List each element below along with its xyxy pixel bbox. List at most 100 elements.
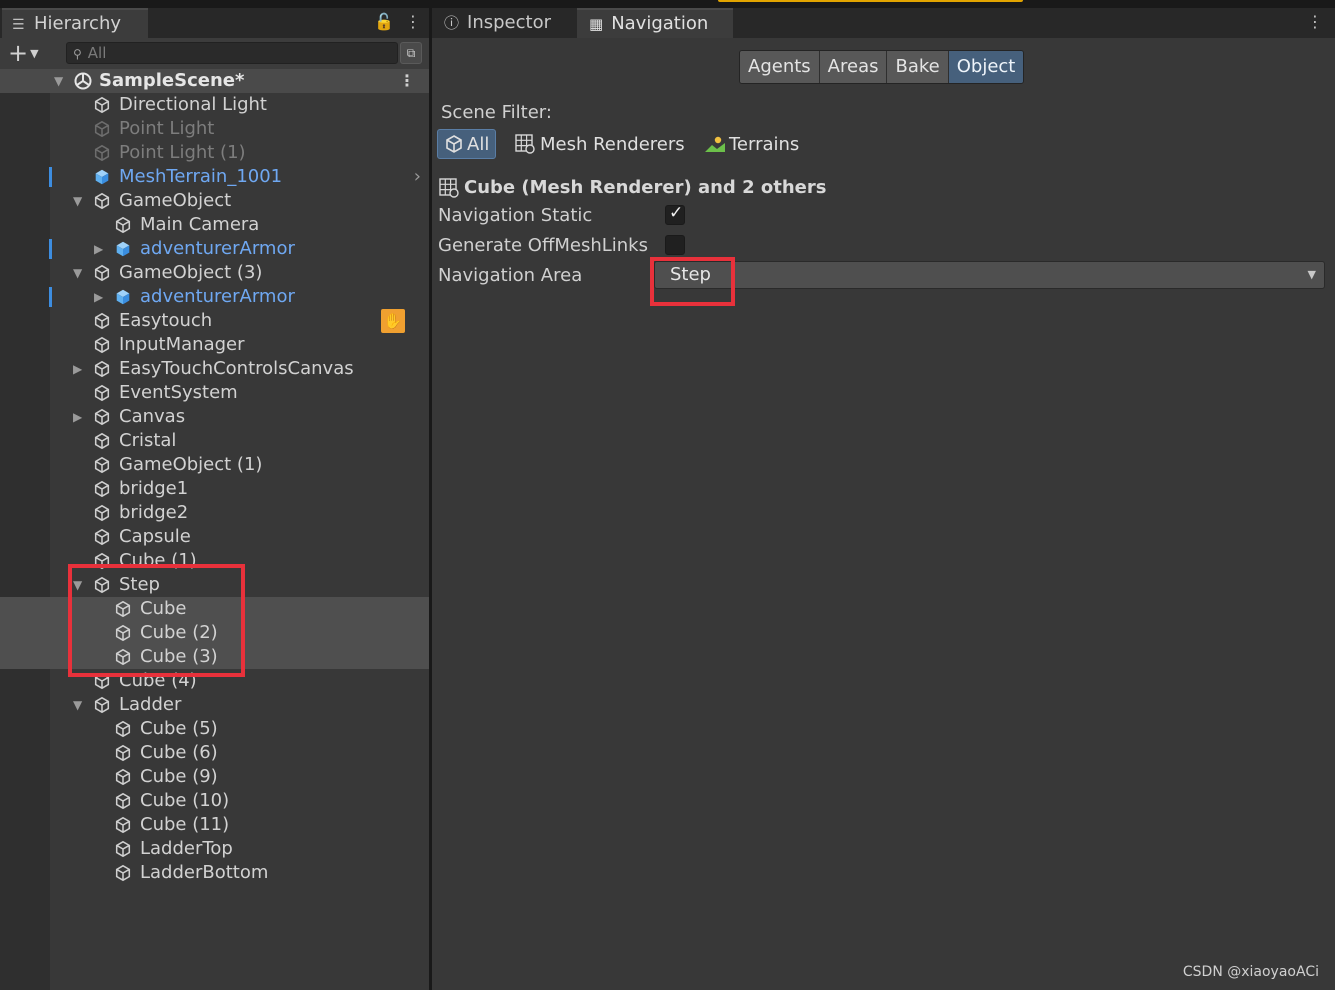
hierarchy-item[interactable]: Point Light: [0, 117, 429, 141]
hierarchy-item[interactable]: Directional Light: [0, 93, 429, 117]
expand-arrow-icon[interactable]: ▼: [73, 573, 87, 597]
hierarchy-item[interactable]: Point Light (1): [0, 141, 429, 165]
hierarchy-item[interactable]: GameObject (1): [0, 453, 429, 477]
hierarchy-item-label: Cube (1): [119, 550, 197, 571]
top-bar: [0, 0, 1335, 8]
hierarchy-item[interactable]: Cube: [0, 597, 429, 621]
hierarchy-item[interactable]: ▶ adventurerArmor: [0, 285, 429, 309]
search-by-type-button[interactable]: ⧉: [400, 42, 422, 64]
hierarchy-item[interactable]: MeshTerrain_1001 ›: [0, 165, 429, 189]
hierarchy-item[interactable]: Cube (9): [0, 765, 429, 789]
prefab-cube-icon: [93, 168, 111, 186]
hierarchy-item[interactable]: ▼ GameObject: [0, 189, 429, 213]
create-button[interactable]: + ▼: [8, 39, 39, 68]
generate-offmeshlinks-checkbox[interactable]: [665, 235, 685, 255]
tab-areas[interactable]: Areas: [819, 51, 888, 83]
hierarchy-item-label: Directional Light: [119, 94, 267, 115]
hierarchy-item-label: LadderBottom: [140, 862, 269, 883]
gameobject-cube-icon: [93, 456, 111, 474]
hierarchy-item[interactable]: Cube (4): [0, 669, 429, 693]
hierarchy-item-label: Cristal: [119, 430, 177, 451]
hierarchy-item[interactable]: InputManager: [0, 333, 429, 357]
hierarchy-item[interactable]: Cube (1): [0, 549, 429, 573]
expand-arrow-icon[interactable]: ▼: [54, 69, 68, 93]
scene-row[interactable]: ▼ SampleScene* ⋮: [0, 69, 429, 93]
chevron-down-icon: ▼: [30, 47, 39, 60]
gameobject-cube-icon: [114, 768, 132, 786]
tab-navigation[interactable]: ▦ Navigation: [577, 8, 733, 38]
hierarchy-item[interactable]: Cube (11): [0, 813, 429, 837]
hierarchy-item-label: Cube (4): [119, 670, 197, 691]
gameobject-cube-icon: [93, 552, 111, 570]
hierarchy-item-label: Point Light: [119, 118, 215, 139]
tab-object[interactable]: Object: [948, 51, 1024, 83]
tab-agents[interactable]: Agents: [740, 51, 820, 83]
right-tab-bar: ⓘ Inspector ▦ Navigation ⋮: [432, 8, 1335, 38]
gameobject-cube-icon: [93, 144, 111, 162]
navigation-area-dropdown[interactable]: Step ▼: [654, 261, 1325, 289]
hierarchy-item[interactable]: LadderTop: [0, 837, 429, 861]
tab-inspector[interactable]: ⓘ Inspector: [432, 8, 576, 38]
hierarchy-item-label: MeshTerrain_1001: [119, 166, 283, 187]
hierarchy-item[interactable]: ▼ GameObject (3): [0, 261, 429, 285]
hierarchy-item[interactable]: Cristal: [0, 429, 429, 453]
hierarchy-item[interactable]: EventSystem: [0, 381, 429, 405]
hierarchy-item[interactable]: ▶ EasyTouchControlsCanvas: [0, 357, 429, 381]
hierarchy-item[interactable]: ▼ Step: [0, 573, 429, 597]
collapsed-arrow-icon[interactable]: ▶: [73, 405, 87, 429]
checkmark-icon: ✓: [669, 203, 684, 223]
more-options-icon[interactable]: ⋮: [1307, 12, 1323, 31]
scene-more-icon[interactable]: ⋮: [399, 69, 415, 93]
hierarchy-item[interactable]: Cube (6): [0, 741, 429, 765]
hierarchy-item[interactable]: ▶ Canvas: [0, 405, 429, 429]
inspector-tab-label: Inspector: [467, 12, 551, 33]
lock-icon[interactable]: 🔓: [374, 12, 394, 31]
expand-arrow-icon[interactable]: ▼: [73, 261, 87, 285]
collapsed-arrow-icon[interactable]: ▶: [73, 357, 87, 381]
add-label: +: [8, 39, 29, 67]
hierarchy-item[interactable]: Main Camera: [0, 213, 429, 237]
collapsed-arrow-icon[interactable]: ▶: [94, 237, 108, 261]
terrain-icon: [705, 136, 725, 152]
gameobject-cube-icon: [114, 720, 132, 738]
expand-arrow-icon[interactable]: ▼: [73, 693, 87, 717]
hierarchy-item[interactable]: ▶ adventurerArmor: [0, 237, 429, 261]
hierarchy-item[interactable]: Cube (10): [0, 789, 429, 813]
hierarchy-item[interactable]: LadderBottom: [0, 861, 429, 885]
collapsed-arrow-icon[interactable]: ▶: [94, 285, 108, 309]
hierarchy-item-label: bridge1: [119, 478, 189, 499]
hierarchy-item[interactable]: Easytouch ✋: [0, 309, 429, 333]
gameobject-cube-icon: [114, 624, 132, 642]
hierarchy-item[interactable]: bridge1: [0, 477, 429, 501]
mesh-renderer-icon: [515, 134, 535, 154]
gameobject-cube-icon: [93, 504, 111, 522]
gameobject-cube-icon: [114, 840, 132, 858]
hierarchy-item-label: Cube (11): [140, 814, 230, 835]
tab-bake[interactable]: Bake: [887, 51, 949, 83]
hierarchy-item[interactable]: ▼ Ladder: [0, 693, 429, 717]
hierarchy-panel: ☰ Hierarchy 🔓 ⋮ + ▼ ⚲ All ⧉ ▼ SampleScene* …: [0, 8, 429, 990]
filter-mesh-renderers-label: Mesh Renderers: [540, 133, 685, 155]
hierarchy-item[interactable]: Capsule: [0, 525, 429, 549]
more-options-icon[interactable]: ⋮: [405, 12, 421, 31]
prefab-override-marker: [49, 239, 52, 259]
hierarchy-item[interactable]: bridge2: [0, 501, 429, 525]
watermark: CSDN @xiaoyaoACi: [1182, 964, 1319, 980]
hierarchy-tree: ▼ SampleScene* ⋮ Directional Light Point …: [0, 69, 429, 885]
filter-terrains-button[interactable]: Terrains: [704, 129, 799, 159]
search-input[interactable]: ⚲ All: [66, 42, 398, 64]
hierarchy-item-label: bridge2: [119, 502, 189, 523]
hierarchy-item[interactable]: Cube (2): [0, 621, 429, 645]
expand-arrow-icon[interactable]: ▼: [73, 189, 87, 213]
selection-header: Cube (Mesh Renderer) and 2 others: [439, 177, 826, 198]
prefab-override-marker: [49, 287, 52, 307]
hierarchy-item[interactable]: Cube (5): [0, 717, 429, 741]
filter-terrains-label: Terrains: [729, 133, 800, 155]
navigation-static-checkbox[interactable]: ✓: [665, 203, 685, 225]
tab-hierarchy[interactable]: ☰ Hierarchy: [2, 8, 148, 38]
chevron-right-icon[interactable]: ›: [414, 165, 421, 189]
gameobject-cube-icon: [93, 312, 111, 330]
filter-mesh-renderers-button[interactable]: Mesh Renderers: [515, 129, 685, 159]
hierarchy-item[interactable]: Cube (3): [0, 645, 429, 669]
filter-all-button[interactable]: All: [437, 129, 497, 159]
